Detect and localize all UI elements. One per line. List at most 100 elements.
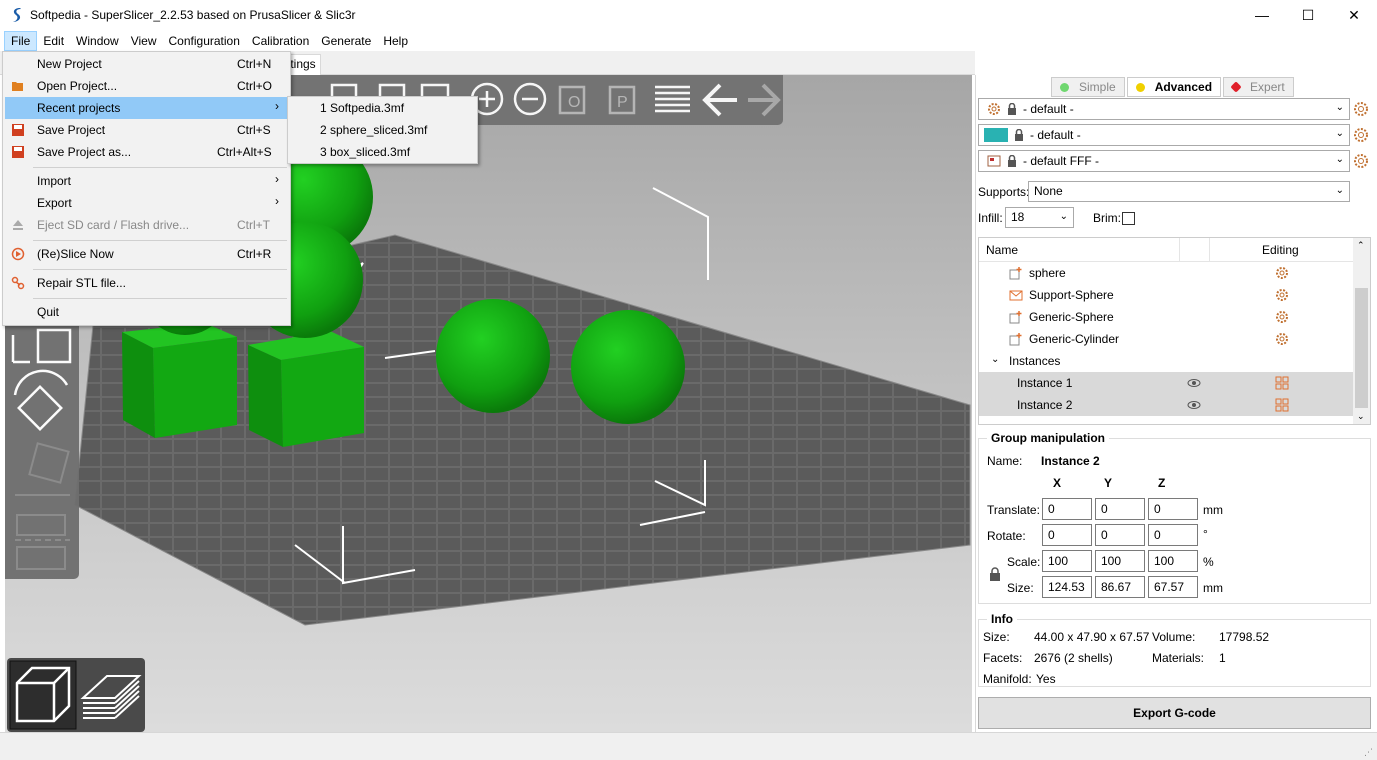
gear-icon[interactable]	[1275, 332, 1289, 346]
instance-grid-icon[interactable]	[1275, 398, 1289, 412]
menu-item-reslice[interactable]: (Re)Slice Now Ctrl+R	[5, 243, 289, 265]
translate-z-field[interactable]: 0	[1148, 498, 1198, 520]
edit-filament-preset-icon[interactable]	[1353, 127, 1369, 143]
gear-icon[interactable]	[1275, 266, 1289, 280]
column-editing[interactable]: Editing	[1262, 243, 1299, 257]
title-bar: Softpedia - SuperSlicer_2.2.53 based on …	[0, 0, 1377, 30]
menu-item-open-project[interactable]: Open Project... Ctrl+O	[5, 75, 289, 97]
gear-icon[interactable]	[1275, 310, 1289, 324]
group-manipulation-panel: Group manipulation Name: Instance 2 X Y …	[978, 431, 1371, 604]
size-z-field[interactable]: 67.57	[1148, 576, 1198, 598]
close-button[interactable]: ✕	[1331, 0, 1377, 30]
tab-expert-label: Expert	[1250, 80, 1285, 94]
instance-row[interactable]: Instance 2	[979, 394, 1354, 416]
cut-icon[interactable]	[16, 514, 66, 536]
export-gcode-button[interactable]: Export G-code	[978, 697, 1371, 729]
translate-y-field[interactable]: 0	[1095, 498, 1145, 520]
sphere-center[interactable]	[436, 299, 550, 413]
recent-item[interactable]: 2 sphere_sliced.3mf	[320, 123, 427, 137]
supports-select[interactable]: None ⌄	[1028, 181, 1350, 202]
place-on-face-icon[interactable]	[15, 442, 70, 496]
edit-print-preset-icon[interactable]	[1353, 101, 1369, 117]
menu-item-recent-projects[interactable]: Recent projects ›	[5, 97, 289, 119]
menu-window[interactable]: Window	[70, 32, 125, 50]
printer-preset-select[interactable]: - default FFF - ⌄	[978, 150, 1350, 172]
infill-select[interactable]: 18 ⌄	[1005, 207, 1074, 228]
scale-x-field[interactable]: 100	[1042, 550, 1092, 572]
list-item[interactable]: Generic-Sphere	[979, 306, 1354, 328]
menu-help[interactable]: Help	[377, 32, 414, 50]
printer-icon	[987, 155, 1001, 167]
print-preset-select[interactable]: - default - ⌄	[978, 98, 1350, 120]
scale-icon[interactable]	[11, 328, 72, 364]
menu-item-save-project-as[interactable]: Save Project as... Ctrl+Alt+S	[5, 141, 289, 163]
scale-y-field[interactable]: 100	[1095, 550, 1145, 572]
instance-row[interactable]: Instance 1	[979, 372, 1354, 394]
menu-item-quit[interactable]: Quit	[5, 301, 289, 323]
lock-icon	[1008, 155, 1016, 167]
size-y-field[interactable]: 86.67	[1095, 576, 1145, 598]
brim-checkbox[interactable]	[1122, 212, 1135, 225]
menu-file[interactable]: File	[4, 30, 38, 51]
scale-z-field[interactable]: 100	[1148, 550, 1198, 572]
file-menu-dropdown: New Project Ctrl+N Open Project... Ctrl+…	[2, 51, 291, 326]
rotate-z-field[interactable]: 0	[1148, 524, 1198, 546]
menu-generate[interactable]: Generate	[315, 32, 377, 50]
resize-grip-icon[interactable]: ⋰	[1364, 747, 1373, 758]
preview-layers-icon[interactable]	[80, 675, 142, 719]
menu-edit[interactable]: Edit	[37, 32, 70, 50]
rotate-icon[interactable]	[13, 369, 69, 431]
chevron-down-icon[interactable]: ⌄	[991, 354, 999, 365]
tab-expert[interactable]: Expert	[1223, 77, 1294, 97]
list-item[interactable]: Support-Sphere	[979, 284, 1354, 306]
size-x-field[interactable]: 124.53	[1042, 576, 1092, 598]
list-item[interactable]: sphere	[979, 262, 1354, 284]
filament-preset-select[interactable]: - default - ⌄	[978, 124, 1350, 146]
tab-simple-label: Simple	[1079, 80, 1116, 94]
undo-icon[interactable]	[702, 83, 737, 117]
gear-icon[interactable]	[1275, 288, 1289, 302]
rotate-y-field[interactable]: 0	[1095, 524, 1145, 546]
layers-editing-icon[interactable]	[655, 85, 690, 113]
menu-calibration[interactable]: Calibration	[246, 32, 315, 50]
menu-item-save-project[interactable]: Save Project Ctrl+S	[5, 119, 289, 141]
minimize-button[interactable]: —	[1239, 0, 1285, 30]
filament-color-swatch[interactable]	[984, 128, 1008, 142]
instance-grid-icon[interactable]	[1275, 376, 1289, 390]
cube-right[interactable]	[248, 331, 364, 447]
instances-group[interactable]: ⌄ Instances	[979, 350, 1354, 372]
edit-printer-preset-icon[interactable]	[1353, 153, 1369, 169]
info-materials-label: Materials:	[1152, 651, 1205, 665]
menu-item-export[interactable]: Export ›	[5, 192, 289, 214]
cube-left[interactable]	[122, 323, 237, 438]
decrease-instances-icon[interactable]	[513, 82, 547, 116]
menu-item-new-project[interactable]: New Project Ctrl+N	[5, 53, 289, 75]
maximize-button[interactable]: ☐	[1285, 0, 1331, 30]
translate-x-field[interactable]: 0	[1042, 498, 1092, 520]
menu-view[interactable]: View	[125, 32, 163, 50]
object-list-scrollbar[interactable]: ⌃ ⌄	[1353, 238, 1370, 424]
menu-item-eject[interactable]: Eject SD card / Flash drive... Ctrl+T	[5, 214, 289, 236]
split-objects-icon[interactable]: O	[558, 85, 586, 115]
support-painting-icon[interactable]	[15, 539, 70, 570]
tab-simple[interactable]: Simple	[1051, 77, 1125, 97]
menu-item-repair-stl[interactable]: Repair STL file...	[5, 272, 289, 294]
info-facets-value: 2676 (2 shells)	[1034, 651, 1113, 665]
eye-icon[interactable]	[1187, 398, 1201, 412]
list-item-label: Generic-Cylinder	[1029, 332, 1120, 346]
menu-item-import[interactable]: Import ›	[5, 170, 289, 192]
list-item[interactable]: Generic-Cylinder	[979, 328, 1354, 350]
split-parts-icon[interactable]: P	[608, 85, 636, 115]
column-name[interactable]: Name	[986, 243, 1018, 257]
menu-configuration[interactable]: Configuration	[163, 32, 246, 50]
tab-advanced[interactable]: Advanced	[1126, 77, 1222, 97]
recent-item[interactable]: 3 box_sliced.3mf	[320, 145, 410, 159]
eye-icon[interactable]	[1187, 376, 1201, 390]
sphere-right[interactable]	[571, 310, 685, 424]
rotate-x-field[interactable]: 0	[1042, 524, 1092, 546]
redo-icon[interactable]	[748, 83, 781, 117]
brim-label: Brim:	[1093, 211, 1121, 225]
menu-item-label: Save Project	[37, 123, 106, 137]
recent-item[interactable]: 1 Softpedia.3mf	[320, 101, 404, 115]
uniform-scale-lock-icon[interactable]	[989, 567, 1001, 581]
